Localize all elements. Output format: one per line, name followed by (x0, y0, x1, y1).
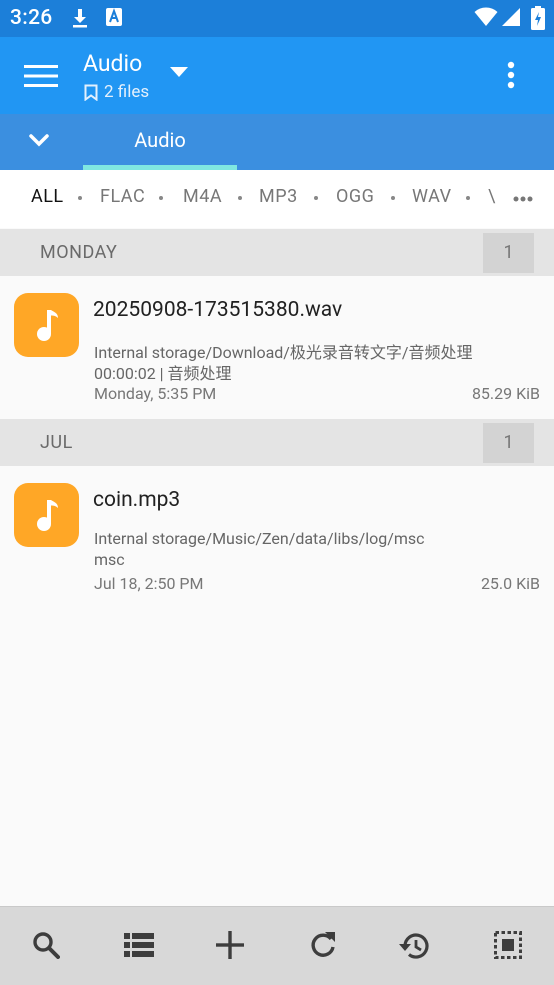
tab-bar: Audio (0, 114, 554, 170)
filter-separator (238, 196, 242, 200)
music-note-icon (36, 500, 58, 531)
audio-file-icon (14, 293, 79, 357)
status-time: 3:26 (10, 6, 53, 30)
filter-separator (78, 196, 82, 200)
filter-flac[interactable]: FLAC (100, 186, 145, 207)
bookmark-icon (84, 84, 98, 101)
section-label: MONDAY (40, 242, 118, 263)
section-header: MONDAY 1 (0, 229, 554, 276)
chevron-down-icon[interactable] (28, 132, 50, 148)
filter-m4a[interactable]: M4A (183, 186, 222, 207)
file-meta: msc (94, 550, 125, 569)
bottom-toolbar (0, 906, 554, 985)
app-bar: Audio 2 files (0, 37, 554, 114)
menu-icon[interactable] (24, 64, 58, 88)
status-bar: 3:26 (0, 0, 554, 37)
filter-separator (314, 196, 318, 200)
filter-separator (466, 196, 470, 200)
more-horiz-icon[interactable] (513, 196, 533, 202)
list-view-icon[interactable] (124, 933, 154, 957)
section-count: 1 (483, 233, 534, 273)
file-date: Monday, 5:35 PM (94, 384, 217, 403)
filter-separator (159, 196, 163, 200)
tab-audio-label: Audio (134, 128, 186, 152)
file-name: 20250908-173515380.wav (93, 298, 343, 322)
refresh-icon[interactable] (309, 931, 337, 959)
filter-mp3[interactable]: MP3 (259, 186, 298, 207)
signal-icon (502, 8, 520, 26)
filter-all[interactable]: ALL (31, 186, 64, 207)
file-size: 85.29 KiB (471, 384, 540, 403)
wifi-icon (474, 7, 498, 26)
file-meta: 00:00:02 | 音频处理 (94, 364, 232, 383)
section-header: JUL 1 (0, 419, 554, 466)
history-icon[interactable] (399, 931, 431, 961)
file-size: 25.0 KiB (480, 574, 540, 593)
more-vert-icon[interactable] (507, 61, 515, 89)
music-note-icon (36, 310, 58, 341)
select-all-icon[interactable] (494, 931, 522, 959)
file-count-label: 2 files (104, 82, 150, 102)
type-filter-bar: ALL FLAC M4A MP3 OGG WAV \ (0, 170, 554, 228)
file-row[interactable]: coin.mp3 Internal storage/Music/Zen/data… (0, 466, 554, 608)
file-count: 2 files (84, 82, 149, 102)
download-icon (73, 9, 87, 28)
file-name: coin.mp3 (93, 488, 181, 512)
section-label: JUL (40, 432, 73, 453)
tab-audio[interactable]: Audio (83, 114, 237, 170)
filter-partial[interactable]: \ (488, 186, 496, 207)
section-count: 1 (483, 423, 534, 463)
a-badge-icon (106, 8, 122, 26)
file-row[interactable]: 20250908-173515380.wav Internal storage/… (0, 276, 554, 418)
file-path: Internal storage/Music/Zen/data/libs/log… (94, 529, 425, 548)
filter-wav[interactable]: WAV (412, 186, 452, 207)
audio-file-icon (14, 483, 79, 547)
battery-icon (531, 6, 545, 30)
caret-down-icon[interactable] (170, 67, 188, 77)
filter-separator (391, 196, 395, 200)
search-icon[interactable] (32, 931, 60, 959)
add-icon[interactable] (216, 931, 244, 959)
file-date: Jul 18, 2:50 PM (94, 574, 204, 593)
page-title[interactable]: Audio (83, 50, 142, 77)
filter-ogg[interactable]: OGG (336, 186, 374, 207)
